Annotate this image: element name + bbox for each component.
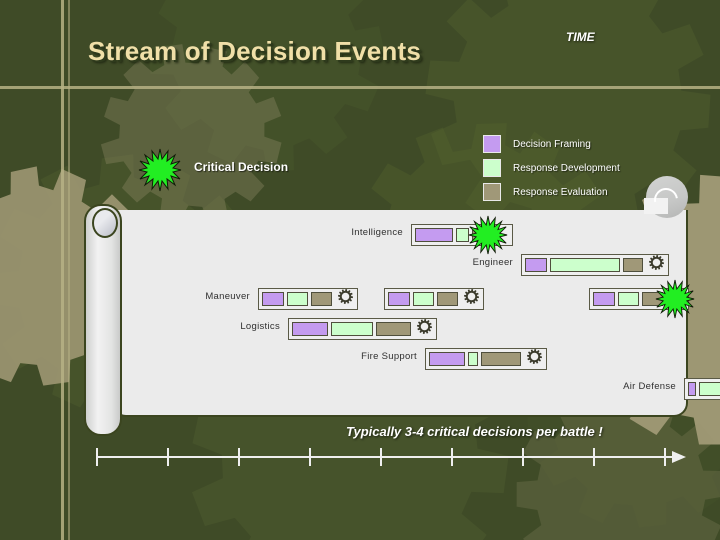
decision-bar[interactable] bbox=[521, 254, 669, 276]
time-tick bbox=[167, 448, 169, 466]
gear-icon bbox=[649, 255, 664, 270]
bar-row-label-engineer: Engineer bbox=[472, 257, 513, 268]
time-axis-label: TIME bbox=[566, 30, 595, 44]
critical-decision-key: Critical Decision bbox=[138, 148, 358, 192]
bar-end-gear bbox=[648, 254, 665, 276]
time-tick bbox=[238, 448, 240, 466]
gear-icon bbox=[417, 319, 432, 334]
bar-segment-response-evaluation bbox=[311, 292, 332, 306]
frame-vertical-line-2 bbox=[68, 0, 70, 540]
bar-row-label-air-defense: Air Defense bbox=[623, 381, 676, 392]
decision-bar[interactable] bbox=[684, 378, 720, 400]
decision-bar[interactable] bbox=[258, 288, 358, 310]
time-axis-arrow-icon bbox=[672, 451, 686, 463]
bar-row-label-logistics: Logistics bbox=[240, 321, 280, 332]
time-tick bbox=[96, 448, 98, 466]
bar-segment-response-development bbox=[331, 322, 373, 336]
slide-title: Stream of Decision Events bbox=[88, 36, 421, 66]
critical-decision-star-icon bbox=[468, 215, 508, 255]
bar-segment-decision-framing bbox=[388, 292, 410, 306]
bar-end-gear bbox=[463, 288, 480, 310]
legend-label-decision-framing: Decision Framing bbox=[513, 138, 591, 150]
bar-segment-decision-framing bbox=[688, 382, 696, 396]
phase-legend: Decision Framing Response Development Re… bbox=[483, 132, 620, 204]
bar-row-label-maneuver: Maneuver bbox=[205, 291, 250, 302]
gear-icon bbox=[338, 289, 353, 304]
legend-item-decision-framing: Decision Framing bbox=[483, 132, 620, 156]
legend-swatch-response-evaluation bbox=[483, 183, 501, 201]
bar-segment-response-development bbox=[699, 382, 720, 396]
bar-segment-response-development bbox=[468, 352, 478, 366]
time-tick bbox=[664, 448, 666, 466]
decision-bars-layer: Intelligence Engineer Maneuver Logistics Fir… bbox=[84, 210, 720, 415]
bar-segment-response-evaluation bbox=[623, 258, 643, 272]
critical-decision-star-icon bbox=[655, 279, 695, 319]
legend-swatch-decision-framing bbox=[483, 135, 501, 153]
time-axis-line bbox=[96, 456, 676, 458]
bar-end-gear bbox=[416, 318, 433, 340]
bar-segment-decision-framing bbox=[525, 258, 547, 272]
bar-segment-decision-framing bbox=[429, 352, 465, 366]
decision-bar[interactable] bbox=[384, 288, 484, 310]
bar-row-label-intelligence: Intelligence bbox=[351, 227, 403, 238]
bar-end-gear bbox=[526, 348, 543, 370]
bar-row-label-fire-support: Fire Support bbox=[361, 351, 417, 362]
time-tick bbox=[309, 448, 311, 466]
bar-segment-response-evaluation bbox=[376, 322, 411, 336]
time-tick bbox=[380, 448, 382, 466]
bar-segment-decision-framing bbox=[593, 292, 615, 306]
time-tick bbox=[593, 448, 595, 466]
scroll-graphic: Intelligence Engineer Maneuver Logistics Fir… bbox=[84, 176, 720, 436]
time-axis bbox=[96, 444, 702, 468]
decision-bar[interactable] bbox=[288, 318, 437, 340]
bar-segment-response-development bbox=[618, 292, 639, 306]
bar-segment-response-evaluation bbox=[481, 352, 521, 366]
bar-segment-response-development bbox=[550, 258, 620, 272]
slide-canvas: Stream of Decision Events Decision Frami… bbox=[0, 0, 720, 540]
bar-segment-response-development bbox=[287, 292, 308, 306]
legend-label-response-evaluation: Response Evaluation bbox=[513, 186, 608, 198]
legend-swatch-response-development bbox=[483, 159, 501, 177]
decision-bar[interactable] bbox=[425, 348, 547, 370]
bar-segment-decision-framing bbox=[292, 322, 328, 336]
frame-vertical-line-1 bbox=[61, 0, 64, 540]
time-tick bbox=[522, 448, 524, 466]
legend-item-response-development: Response Development bbox=[483, 156, 620, 180]
frame-horizontal-line bbox=[0, 86, 720, 89]
legend-item-response-evaluation: Response Evaluation bbox=[483, 180, 620, 204]
critical-decision-key-label: Critical Decision bbox=[194, 160, 289, 174]
green-star-burst-icon bbox=[138, 148, 182, 192]
time-tick bbox=[451, 448, 453, 466]
bar-segment-decision-framing bbox=[262, 292, 284, 306]
gear-icon bbox=[464, 289, 479, 304]
bar-end-gear bbox=[337, 288, 354, 310]
gear-icon bbox=[527, 349, 542, 364]
legend-label-response-development: Response Development bbox=[513, 162, 620, 174]
bar-segment-response-evaluation bbox=[437, 292, 458, 306]
bar-segment-decision-framing bbox=[415, 228, 453, 242]
bar-segment-response-development bbox=[413, 292, 434, 306]
tagline-text: Typically 3-4 critical decisions per bat… bbox=[346, 424, 603, 439]
